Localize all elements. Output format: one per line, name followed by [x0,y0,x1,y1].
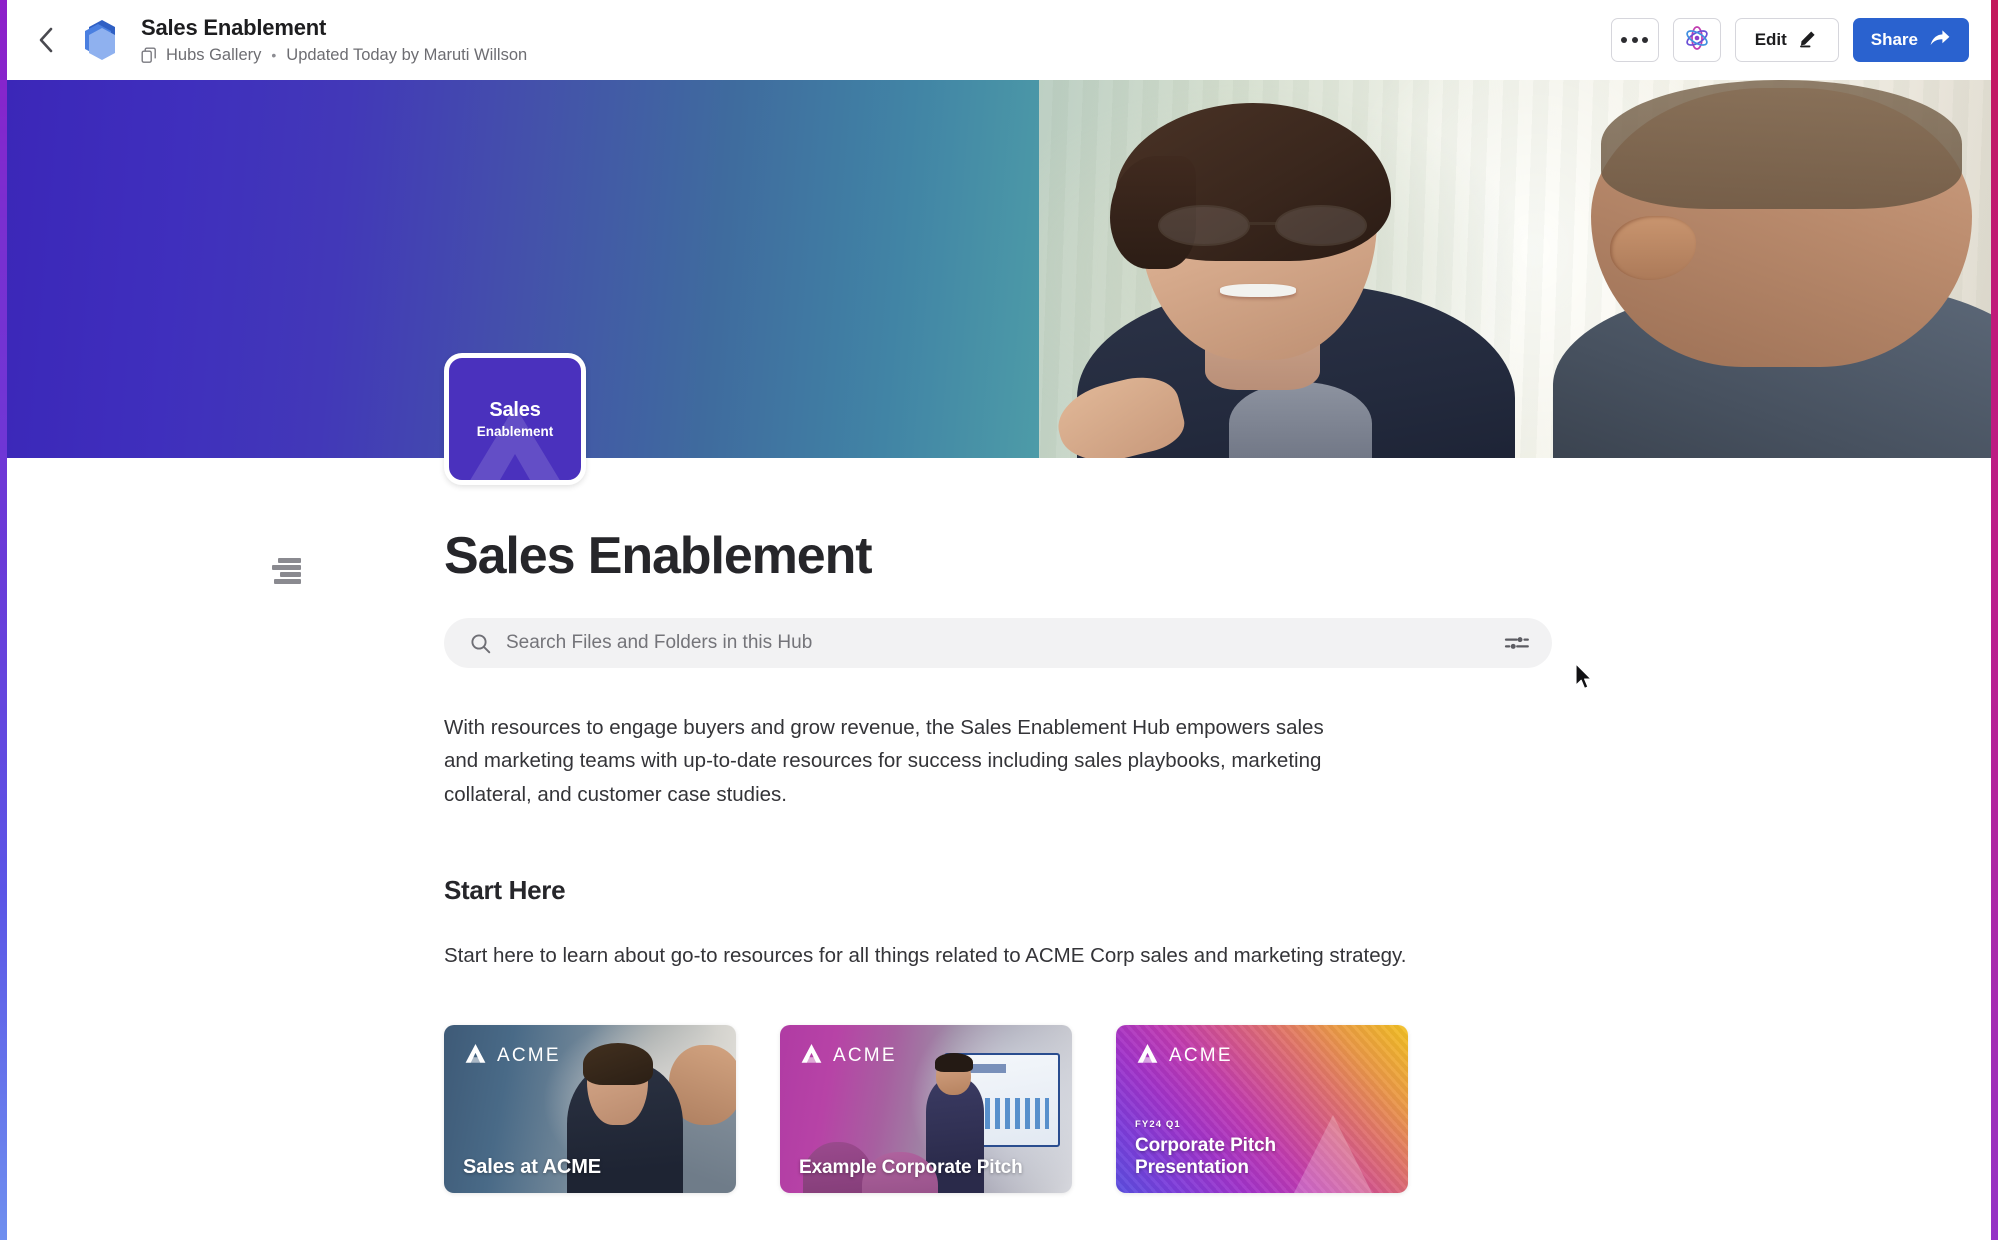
search-bar[interactable] [444,618,1552,669]
gallery-copy-icon [141,47,158,64]
hero-photo [1038,80,1991,458]
hub-thumbnail[interactable]: Sales Enablement [444,353,586,485]
app-window: Sales Enablement Hubs Gallery • Updated … [0,0,1998,1240]
acme-triangle-logo-icon [1135,1043,1160,1069]
section-text-start-here: Start here to learn about go-to resource… [444,943,1407,967]
card-brand-logo: ACME [463,1043,561,1069]
back-button[interactable] [25,19,67,61]
search-wrapper [444,618,1592,690]
search-icon [470,633,491,654]
content-card-sales-at-acme[interactable]: ACME Sales at ACME [444,1024,736,1193]
section-title-start-here: Start Here [444,874,566,905]
window-edge-accent-right [1991,0,1998,1240]
hubs-stack-icon [73,14,125,66]
top-bar: Sales Enablement Hubs Gallery • Updated … [7,0,1991,80]
card-caption: Sales at ACME [463,1156,722,1179]
acme-triangle-logo-icon [463,1043,488,1069]
page-title: Sales Enablement [444,527,873,585]
hero-banner [7,80,1991,458]
edit-button[interactable]: Edit [1734,18,1839,62]
hub-description: With resources to engage buyers and grow… [444,716,1324,806]
card-brand-name: ACME [833,1044,897,1066]
share-button-label: Share [1870,30,1918,49]
share-button[interactable]: Share [1852,18,1969,62]
filter-sliders-icon[interactable] [1504,633,1530,653]
more-options-button[interactable] [1610,18,1659,62]
main-content: Sales Enablement Search Files and Folder… [7,458,1991,1240]
pencil-icon [1798,27,1819,53]
card-heading: Sales at ACME [463,1155,602,1178]
atom-icon [1684,25,1710,56]
card-heading: Corporate Pitch Presentation [1135,1135,1277,1178]
breadcrumb-gallery-link[interactable]: Hubs Gallery [166,46,261,65]
updated-meta: Updated Today by Maruti Willson [286,45,528,64]
card-brand-name: ACME [1169,1044,1233,1066]
window-edge-accent-left [0,0,7,1240]
card-brand-logo: ACME [799,1043,897,1069]
ai-assistant-button[interactable] [1672,18,1721,62]
card-caption: Example Corporate Pitch [799,1157,1058,1179]
table-of-contents-icon[interactable] [271,558,301,584]
card-brand-logo: ACME [1135,1043,1233,1069]
mouse-cursor-icon [1574,663,1593,695]
content-card-corporate-pitch-presentation[interactable]: ACME FY24 Q1 Corporate Pitch Presentatio… [1116,1024,1408,1193]
ellipsis-icon [1621,37,1649,43]
topbar-actions: Edit Share [1610,18,1969,62]
document-body: Sales Enablement Search Files and Folder… [444,458,1592,1193]
card-row: ACME Sales at ACME ACME Example Corporat… [444,1024,1564,1193]
chevron-left-icon [35,25,57,55]
hub-thumbnail-triangle-notch [493,454,537,480]
edit-button-label: Edit [1754,30,1787,49]
hub-thumbnail-line2: Enablement [476,423,554,439]
card-presenter-hair [934,1053,973,1072]
card-brand-name: ACME [497,1044,561,1066]
card-person-left-hair [582,1043,653,1086]
hero-photo-glasses-icon [1157,204,1368,247]
title-block: Sales Enablement Hubs Gallery • Updated … [141,15,1611,64]
breadcrumb-separator: • [271,47,277,64]
page-title-header: Sales Enablement [141,15,327,41]
card-eyebrow: FY24 Q1 [1135,1119,1181,1131]
card-caption: FY24 Q1 Corporate Pitch Presentation [1135,1119,1394,1178]
hero-photo-person-left-mouth [1219,284,1296,297]
breadcrumb: Hubs Gallery • Updated Today by Maruti W… [141,46,1611,65]
acme-triangle-logo-icon [799,1043,824,1069]
hero-photo-person-right-hair [1600,80,1963,209]
search-input[interactable] [506,632,1492,655]
share-arrow-icon [1929,28,1951,53]
card-heading: Example Corporate Pitch [799,1156,1023,1178]
content-card-example-corporate-pitch[interactable]: ACME Example Corporate Pitch [780,1024,1072,1193]
hub-thumbnail-line1: Sales [489,398,541,421]
hero-photo-person-left-shirt [1229,382,1372,458]
hub-thumbnail-tile[interactable]: Sales Enablement [444,353,586,485]
